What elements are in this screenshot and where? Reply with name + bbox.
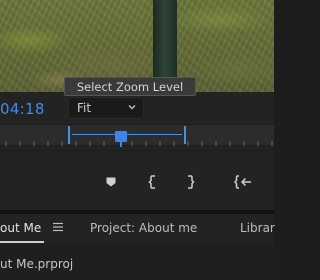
scrub-divider	[0, 150, 274, 151]
panel-tab-bar: out Me Project: About me Librar	[0, 214, 275, 244]
mark-out-icon	[188, 175, 195, 189]
tab-project[interactable]: Project: About me	[90, 221, 197, 235]
panel-menu-icon[interactable]	[53, 222, 63, 232]
zoom-level-value: Fit	[77, 101, 92, 115]
project-file-name: ut Me.prproj	[0, 257, 74, 271]
tab-libraries[interactable]: Librar	[240, 221, 275, 235]
marker-icon	[106, 177, 116, 187]
mark-out-button[interactable]	[179, 170, 201, 194]
mark-in-icon	[148, 175, 155, 189]
chevron-down-icon	[128, 105, 136, 110]
go-to-in-button[interactable]	[232, 170, 254, 194]
zoom-level-dropdown[interactable]: Fit	[68, 97, 144, 119]
playhead-timecode[interactable]: 04:18	[0, 100, 45, 118]
add-marker-button[interactable]	[100, 170, 122, 194]
transport-controls	[0, 170, 274, 194]
active-tab-indicator	[0, 241, 44, 243]
zoom-tooltip-text: Select Zoom Level	[76, 80, 184, 94]
playhead-line	[120, 142, 122, 147]
time-ruler-ticks	[5, 141, 273, 146]
go-to-in-icon	[234, 175, 251, 189]
playhead-handle[interactable]	[115, 131, 127, 142]
zoom-tooltip: Select Zoom Level	[64, 77, 196, 96]
tab-about-me[interactable]: out Me	[0, 221, 41, 235]
mark-in-button[interactable]	[142, 170, 164, 194]
zoom-range-track	[72, 134, 182, 135]
